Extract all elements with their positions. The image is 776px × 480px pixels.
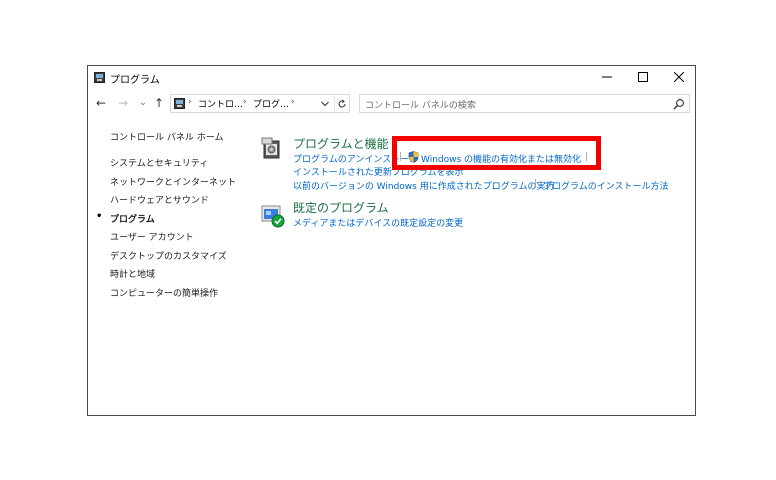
programs-features-title[interactable]: プログラムと機能: [293, 135, 389, 152]
sidebar-item-desktop-customization[interactable]: デスクトップのカスタマイズ: [110, 249, 227, 262]
sidebar-item-network-internet[interactable]: ネットワークとインターネット: [110, 175, 236, 188]
forward-button[interactable]: →: [116, 96, 130, 110]
close-button[interactable]: [661, 66, 697, 88]
navigation-bar: ← → ⌄ ↑ › コントロ… › プログ… › コントロール パネルの検索: [88, 92, 695, 114]
address-dropdown-button[interactable]: [318, 96, 332, 111]
control-panel-icon: [94, 72, 105, 83]
search-icon[interactable]: [673, 98, 685, 110]
close-icon: [674, 72, 684, 82]
run-older-programs-link[interactable]: 以前のバージョンの Windows 用に作成されたプログラムの実行: [293, 179, 554, 192]
breadcrumb-separator-icon: ›: [291, 97, 295, 107]
control-panel-window: プログラム ← → ⌄ ↑ › コントロ… › プログ… › コントロール パネ…: [87, 65, 696, 416]
refresh-icon: [338, 99, 346, 107]
title-bar[interactable]: プログラム: [88, 66, 695, 88]
highlight-annotation: [392, 136, 601, 170]
default-settings-link[interactable]: メディアまたはデバイスの既定設定の変更: [293, 216, 463, 229]
sidebar-item-hardware-sound[interactable]: ハードウェアとサウンド: [110, 193, 209, 206]
how-to-install-link[interactable]: プログラムのインストール方法: [543, 179, 669, 192]
up-button[interactable]: ↑: [152, 96, 166, 110]
sidebar-item-programs: プログラム: [110, 215, 155, 225]
forward-arrow-icon: →: [117, 96, 129, 110]
chevron-down-icon: [321, 101, 329, 106]
breadcrumb-programs[interactable]: プログ…: [253, 97, 289, 110]
refresh-button[interactable]: [334, 96, 349, 111]
chevron-down-icon: ⌄: [139, 98, 147, 108]
back-arrow-icon: ←: [95, 96, 107, 110]
up-arrow-icon: ↑: [153, 96, 165, 110]
window-title: プログラム: [110, 75, 160, 86]
active-bullet-icon: •: [96, 211, 103, 222]
breadcrumb-separator-icon: ›: [243, 97, 247, 107]
default-programs-icon: [261, 205, 285, 228]
minimize-button[interactable]: [589, 66, 625, 88]
sidebar-item-clock-region[interactable]: 時計と地域: [110, 267, 155, 280]
minimize-icon: [602, 76, 612, 78]
search-input[interactable]: コントロール パネルの検索: [365, 98, 476, 111]
programs-features-icon: [261, 137, 280, 159]
sidebar-home-link[interactable]: コントロール パネル ホーム: [110, 130, 223, 143]
search-box[interactable]: コントロール パネルの検索: [359, 94, 690, 113]
sidebar-item-user-accounts[interactable]: ユーザー アカウント: [110, 230, 194, 243]
sidebar-item-system-security[interactable]: システムとセキュリティ: [110, 156, 208, 169]
breadcrumb-control-panel[interactable]: コントロ…: [198, 97, 243, 110]
control-panel-icon: [174, 98, 185, 109]
recent-locations-button[interactable]: ⌄: [136, 96, 150, 110]
address-bar[interactable]: › コントロ… › プログ… ›: [170, 94, 350, 113]
default-programs-title[interactable]: 既定のプログラム: [293, 199, 389, 216]
link-separator: |: [534, 179, 538, 189]
maximize-button[interactable]: [625, 66, 661, 88]
breadcrumb-separator-icon: ›: [188, 97, 192, 107]
sidebar-item-ease-of-access[interactable]: コンピューターの簡単操作: [110, 286, 218, 299]
maximize-icon: [638, 72, 648, 82]
back-button[interactable]: ←: [94, 96, 108, 110]
